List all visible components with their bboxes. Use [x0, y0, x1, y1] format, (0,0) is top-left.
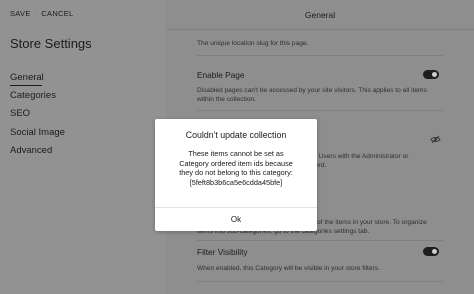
divider [196, 240, 444, 241]
divider [196, 110, 444, 111]
dialog-message: These items cannot be set as Category or… [161, 149, 311, 187]
settings-sidebar: SAVE · CANCEL Store Settings General Cat… [0, 0, 166, 294]
filter-visibility-label: Filter Visibility [197, 247, 248, 257]
panel-title: General [166, 0, 474, 30]
nav-item-seo[interactable]: SEO [10, 105, 65, 123]
nav-item-general[interactable]: General [10, 69, 65, 87]
enable-page-label: Enable Page [197, 70, 245, 80]
filter-visibility-toggle[interactable] [423, 247, 439, 256]
dialog-message-line: they do not belong to this category: [179, 168, 293, 178]
dialog-title: Couldn't update collection [185, 130, 287, 140]
nav-item-social-image[interactable]: Social Image [10, 124, 65, 142]
cancel-button[interactable]: CANCEL [41, 9, 73, 18]
sidebar-title: Store Settings [10, 36, 92, 51]
access-help-partial: . Users with the Administrator or [315, 153, 409, 160]
filter-visibility-help: When enabled, this Category will be visi… [197, 265, 380, 272]
dialog-message-line: These items cannot be set as [188, 149, 284, 158]
toolbar-separator: · [34, 10, 38, 17]
dialog-message-line: Category ordered item ids because [179, 158, 293, 168]
nav-item-categories[interactable]: Categories [10, 87, 65, 105]
toolbar: SAVE · CANCEL [10, 9, 74, 18]
enable-page-toggle[interactable] [423, 70, 439, 79]
categories-help-partial: of the items in your store. To organize [317, 219, 427, 226]
enable-page-help-line2: within the collection. [197, 96, 257, 103]
eye-slash-icon[interactable] [430, 135, 441, 144]
ok-button[interactable]: Ok [155, 208, 317, 231]
divider [196, 281, 444, 282]
nav-item-advanced[interactable]: Advanced [10, 142, 65, 160]
save-button[interactable]: SAVE [10, 9, 31, 18]
enable-page-help: Disabled pages can't be accessed by your… [197, 87, 427, 94]
divider [196, 55, 444, 56]
slug-help-text: The unique location slug for this page. [197, 40, 309, 47]
dialog-message-line: [5feft8b3b6ca5e6cdda45bfe] [189, 177, 283, 187]
settings-nav: General Categories SEO Social Image Adva… [10, 69, 65, 160]
error-dialog: Couldn't update collection These items c… [155, 119, 317, 231]
